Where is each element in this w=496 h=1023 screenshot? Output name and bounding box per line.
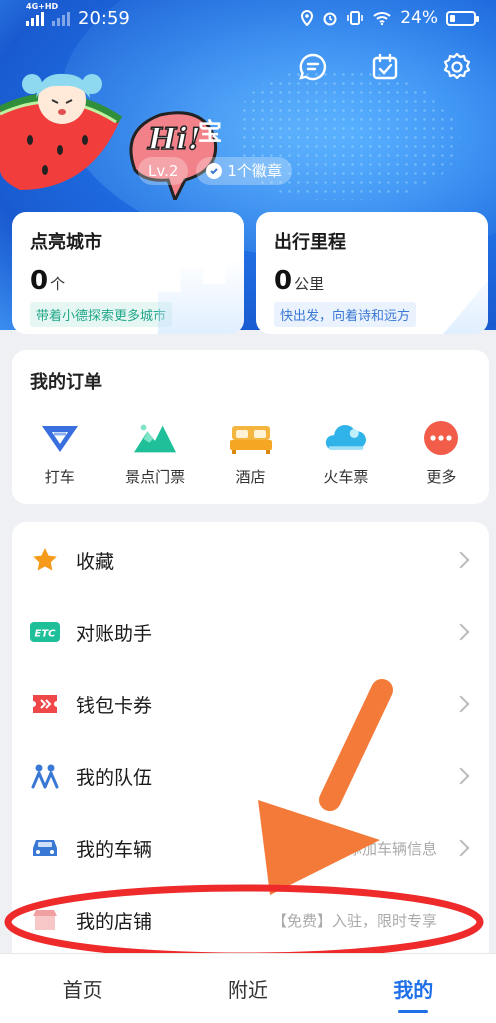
order-scenic-ticket[interactable]: 景点门票: [107, 420, 202, 487]
level-badge[interactable]: Lv.2: [138, 157, 189, 185]
order-hotel[interactable]: 酒店: [203, 420, 298, 487]
signal-icon: [26, 11, 44, 26]
order-taxi[interactable]: 打车: [12, 420, 107, 487]
menu-item-label: 钱包卡券: [76, 694, 153, 717]
menu-item-my-vehicles[interactable]: 我的车辆 添加车辆信息: [12, 812, 489, 884]
menu-item-hint: 添加车辆信息: [346, 839, 437, 858]
lit-cities-title: 点亮城市: [30, 232, 102, 253]
travel-mileage-card[interactable]: 出行里程 0 公里 快出发，向着诗和远方: [256, 212, 488, 334]
taxi-icon: [39, 420, 81, 456]
status-bar: 4G+HD 20:59 24%: [0, 0, 496, 40]
tab-home[interactable]: 首页: [0, 954, 165, 1023]
menu-item-my-team[interactable]: 我的队伍: [12, 740, 489, 812]
bottom-tab-bar: 首页 附近 我的: [0, 953, 496, 1023]
level-row: Lv.2 1个徽章: [138, 157, 292, 185]
medal-count-text: 1个徽章: [227, 162, 282, 180]
hotel-bed-icon: [229, 420, 272, 456]
travel-mileage-title: 出行里程: [274, 232, 346, 253]
chevron-right-icon: [452, 767, 470, 785]
menu-item-label: 我的店铺: [76, 910, 153, 933]
menu-item-label: 我的队伍: [76, 766, 153, 789]
lit-cities-tag: 带着小德探索更多城市: [30, 302, 173, 327]
menu-item-my-shop[interactable]: 我的店铺 【免费】入驻，限时专享: [12, 884, 489, 956]
my-orders-title: 我的订单: [30, 372, 102, 393]
tab-home-label: 首页: [62, 978, 103, 1002]
menu-item-label: 对账助手: [76, 622, 153, 645]
header-actions: [298, 52, 472, 82]
my-orders-card: 我的订单 打车 景点门票 酒店 火车票 更多: [12, 350, 489, 504]
order-train-ticket[interactable]: 火车票: [298, 420, 393, 487]
signal2-icon: [52, 11, 70, 26]
checkin-calendar-icon[interactable]: [370, 52, 400, 82]
chevron-right-icon: [452, 839, 470, 857]
menu-item-wallet-coupons[interactable]: 钱包卡券: [12, 668, 489, 740]
chevron-right-icon: [452, 695, 470, 713]
lit-cities-value: 0: [30, 266, 49, 296]
message-icon[interactable]: [298, 52, 328, 82]
star-icon: [30, 545, 60, 575]
mountain-ticket-icon: [134, 420, 177, 456]
train-cloud-icon: [325, 420, 367, 456]
lit-cities-card[interactable]: 点亮城市 0 个 带着小德探索更多城市: [12, 212, 244, 334]
tab-nearby[interactable]: 附近: [165, 954, 330, 1023]
vibrate-icon: [347, 11, 364, 25]
car-icon: [30, 833, 60, 863]
location-icon: [301, 10, 314, 26]
mascot-hi-text: Hi!: [147, 121, 201, 158]
travel-mileage-unit: 公里: [294, 275, 325, 293]
order-train-ticket-label: 火车票: [323, 468, 369, 486]
menu-item-label: 我的车辆: [76, 838, 153, 861]
battery-percent: 24%: [400, 8, 438, 28]
travel-mileage-tag: 快出发，向着诗和远方: [274, 302, 417, 327]
shop-icon: [30, 905, 60, 935]
etc-icon: ETC: [30, 617, 60, 647]
order-hotel-label: 酒店: [235, 468, 266, 486]
order-scenic-ticket-label: 景点门票: [125, 468, 186, 486]
chevron-right-icon: [452, 623, 470, 641]
tab-nearby-label: 附近: [227, 978, 268, 1002]
tab-mine-label: 我的: [393, 978, 434, 1002]
username[interactable]: 宝: [198, 112, 222, 147]
tab-mine[interactable]: 我的: [331, 954, 496, 1023]
order-more-label: 更多: [426, 468, 457, 486]
medal-check-icon: [206, 163, 223, 179]
lit-cities-unit: 个: [50, 275, 66, 293]
settings-gear-icon[interactable]: [442, 52, 472, 82]
battery-icon: [446, 10, 479, 26]
travel-mileage-value: 0: [274, 266, 293, 296]
medal-count-pill[interactable]: 1个徽章: [196, 157, 292, 185]
order-more[interactable]: 更多: [394, 420, 489, 487]
status-time: 20:59: [78, 8, 130, 29]
alarm-icon: [323, 12, 337, 26]
ticket-coupon-icon: [30, 689, 60, 719]
more-dots-icon: [420, 420, 462, 456]
svg-text:ETC: ETC: [35, 629, 57, 640]
menu-item-hint: 【免费】入驻，限时专享: [271, 911, 437, 930]
orders-row: 打车 景点门票 酒店 火车票 更多: [12, 420, 489, 487]
menu-list-card: 收藏 ETC 对账助手 钱包卡券 我的队伍 我的车辆 添加车辆信息 我的店铺 【…: [12, 522, 489, 982]
menu-item-label: 收藏: [76, 550, 115, 573]
menu-item-reconciliation[interactable]: ETC 对账助手: [12, 596, 489, 668]
wifi-icon: [373, 12, 391, 26]
chevron-right-icon: [452, 551, 470, 569]
order-taxi-label: 打车: [44, 468, 75, 486]
travel-mileage-value-row: 0 公里: [274, 266, 470, 296]
team-people-icon: [30, 761, 60, 791]
menu-item-favorites[interactable]: 收藏: [12, 524, 489, 596]
